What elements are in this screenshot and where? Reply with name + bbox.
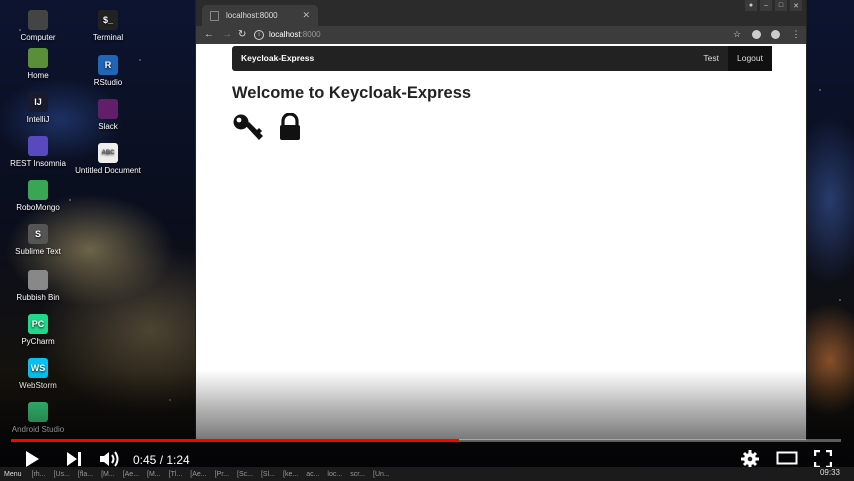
desktop-icon-label: Rubbish Bin (16, 293, 60, 302)
start-menu-button[interactable]: Menu (0, 471, 28, 478)
taskbar-window-item[interactable]: [Pr... (211, 471, 233, 478)
desktop-icon-computer[interactable]: Computer (0, 10, 78, 42)
desktop-icon-label: IntelliJ (26, 115, 50, 124)
reload-icon[interactable]: ↻ (238, 28, 246, 42)
page-title: Welcome to Keycloak-Express (232, 84, 472, 102)
taskbar-window-item[interactable]: [fla... (74, 471, 97, 478)
taskbar-window-item[interactable]: loc... (323, 471, 346, 478)
taskbar-window-item[interactable]: [Ae... (119, 471, 143, 478)
forward-arrow-icon[interactable]: → (222, 28, 232, 42)
taskbar-clock: 09:33 (819, 468, 840, 477)
taskbar-window-item[interactable]: [Tl... (165, 471, 187, 478)
close-window-button[interactable]: ✕ (790, 0, 802, 11)
taskbar-window-item[interactable]: [Us... (50, 471, 74, 478)
desktop-icon-intellij[interactable]: IJ IntelliJ (0, 92, 78, 124)
window-controls: ● – □ ✕ (745, 0, 802, 11)
sublime-text-icon: S (28, 224, 48, 244)
taskbar-window-item[interactable]: ac... (302, 471, 323, 478)
os-taskbar: Menu [rh... [Us... [fla... [M... [Ae... [M...… (0, 467, 854, 481)
url-port: :8000 (300, 30, 321, 39)
desktop-icon-trash[interactable]: Rubbish Bin (0, 270, 78, 302)
video-controls-gradient (0, 370, 854, 481)
bookmark-star-icon[interactable]: ☆ (732, 29, 742, 39)
desktop-icon-label: REST Insomnia (10, 159, 66, 168)
insomnia-icon (28, 136, 48, 156)
app-navbar: Keycloak-Express Test Logout (232, 46, 772, 71)
more-menu-icon[interactable]: ⋮ (791, 29, 801, 39)
address-bar[interactable]: i localhost:8000 (254, 29, 321, 41)
pycharm-icon: PC (28, 314, 48, 334)
rstudio-icon: R (98, 55, 118, 75)
taskbar-window-item[interactable]: [Ae... (186, 471, 210, 478)
video-progress-bar[interactable] (11, 439, 841, 442)
tab-strip: localhost:8000 ✕ ● – □ ✕ (196, 0, 806, 26)
desktop-icon-text-document[interactable]: ABC Untitled Document (68, 143, 148, 175)
nav-link-test[interactable]: Test (694, 46, 728, 71)
nav-link-logout[interactable]: Logout (728, 46, 772, 71)
minimize-window-button[interactable]: – (760, 0, 772, 11)
navbar-brand[interactable]: Keycloak-Express (241, 46, 314, 71)
tab-title: localhost:8000 (226, 11, 278, 20)
desktop-icon-label: Sublime Text (15, 247, 61, 256)
desktop-icon-pycharm[interactable]: PC PyCharm (0, 314, 78, 346)
taskbar-window-item[interactable]: [ke... (279, 471, 302, 478)
key-icon (232, 113, 266, 148)
taskbar-window-item[interactable]: [Sl... (257, 471, 279, 478)
desktop-icon-home-folder[interactable]: Home (0, 48, 78, 80)
video-time: 0:45 / 1:24 (133, 453, 190, 467)
browser-tab[interactable]: localhost:8000 ✕ (202, 5, 318, 26)
taskbar-window-item[interactable]: [rh... (28, 471, 50, 478)
desktop-icon-label: PyCharm (21, 337, 55, 346)
user-profile-icon[interactable]: ● (745, 0, 757, 11)
back-arrow-icon[interactable]: ← (204, 28, 214, 42)
desktop-icon-rstudio[interactable]: R RStudio (68, 55, 148, 87)
desktop-icon-label: Untitled Document (75, 166, 141, 175)
extension-icon[interactable] (752, 30, 761, 39)
desktop-icon-terminal[interactable]: $_ Terminal (68, 10, 148, 42)
home-folder-icon (28, 48, 48, 68)
desktop-icon-label: RoboMongo (16, 203, 60, 212)
desktop-icon-robomongo[interactable]: RoboMongo (0, 180, 78, 212)
browser-toolbar: ← → ↻ i localhost:8000 ☆ ⋮ (196, 26, 806, 44)
robomongo-icon (28, 180, 48, 200)
taskbar-window-item[interactable]: [Sc... (233, 471, 257, 478)
slack-icon (98, 99, 118, 119)
taskbar-window-item[interactable]: [M... (143, 471, 165, 478)
site-info-icon[interactable]: i (254, 30, 264, 40)
desktop-icon-insomnia[interactable]: REST Insomnia (0, 136, 78, 168)
computer-icon (28, 10, 48, 30)
terminal-icon: $_ (98, 10, 118, 30)
desktop-icon-label: Home (27, 71, 49, 80)
taskbar-window-item[interactable]: [M... (97, 471, 119, 478)
desktop-icon-label: Slack (98, 122, 118, 131)
video-progress-played (11, 439, 460, 442)
desktop-icon-sublime-text[interactable]: S Sublime Text (0, 224, 78, 256)
desktop-icon-label: RStudio (93, 78, 123, 87)
close-tab-icon[interactable]: ✕ (302, 10, 310, 21)
desktop-icon-slack[interactable]: Slack (68, 99, 148, 131)
trash-icon (28, 270, 48, 290)
maximize-window-button[interactable]: □ (775, 0, 787, 11)
url-host: localhost (269, 30, 301, 39)
desktop-icon-label: Terminal (92, 33, 124, 42)
intellij-icon: IJ (28, 92, 48, 112)
taskbar-window-item[interactable]: scr... (346, 471, 369, 478)
text-document-icon: ABC (98, 143, 118, 163)
desktop-icon-label: Computer (20, 33, 56, 42)
lock-icon (278, 112, 302, 148)
page-favicon-icon (210, 10, 219, 21)
extension-2-icon[interactable] (771, 30, 780, 39)
taskbar-window-item[interactable]: [Un... (369, 471, 394, 478)
